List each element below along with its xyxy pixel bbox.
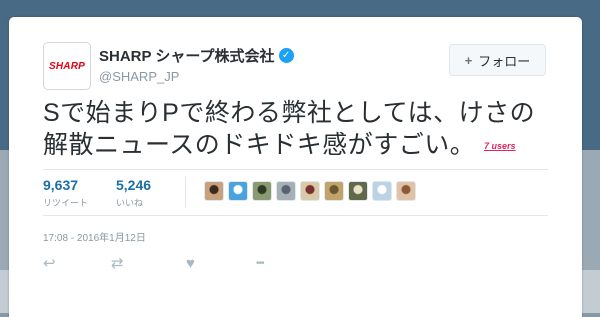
tweet-actions: ↩ ⇄ ♥ •••: [43, 254, 316, 273]
retweet-stat[interactable]: 9,637 リツイート: [43, 177, 88, 209]
liker-avatar[interactable]: [324, 181, 344, 201]
tweet-card: SHARP SHARP シャープ株式会社 ✓ @SHARP_JP + フォロー …: [9, 17, 582, 317]
like-label: いいね: [116, 198, 144, 208]
author-info: SHARP シャープ株式会社 ✓ @SHARP_JP: [99, 45, 294, 84]
liker-avatars: [204, 181, 416, 201]
reply-icon[interactable]: ↩: [43, 254, 111, 272]
users-annotation-link[interactable]: 7 users: [484, 141, 516, 151]
liker-avatar[interactable]: [228, 181, 248, 201]
liker-avatar[interactable]: [204, 181, 224, 201]
follow-button[interactable]: + フォロー: [449, 44, 546, 76]
liker-avatar[interactable]: [300, 181, 320, 201]
tweet-text: Sで始まりPで終わる弊社としては、けさの 解散ニュースのドキドキ感がすごい。: [43, 97, 563, 161]
author-display-name[interactable]: SHARP シャープ株式会社 ✓: [99, 45, 294, 66]
author-name-text: SHARP シャープ株式会社: [99, 48, 275, 65]
author-handle[interactable]: @SHARP_JP: [99, 69, 294, 84]
more-icon[interactable]: •••: [256, 258, 316, 269]
tweet-timestamp[interactable]: 17:08 - 2016年1月12日: [43, 229, 146, 244]
divider-top: [43, 169, 548, 170]
retweet-count: 9,637: [43, 177, 79, 193]
like-icon[interactable]: ♥: [186, 255, 256, 272]
liker-avatar[interactable]: [372, 181, 392, 201]
verified-badge-icon: ✓: [278, 48, 294, 63]
avatar[interactable]: SHARP: [43, 42, 91, 90]
follow-user-icon: +: [464, 52, 473, 68]
follow-button-label: フォロー: [478, 53, 531, 69]
tweet-text-line-1: Sで始まりPで終わる弊社としては、けさの: [43, 99, 536, 127]
liker-avatar[interactable]: [396, 181, 416, 201]
like-stat[interactable]: 5,246 いいね: [116, 177, 151, 209]
liker-avatar[interactable]: [252, 181, 272, 201]
liker-avatar[interactable]: [276, 181, 296, 201]
liker-avatar[interactable]: [348, 181, 368, 201]
like-count: 5,246: [116, 177, 152, 193]
divider-bottom: [43, 215, 548, 216]
sharp-logo: SHARP: [48, 60, 85, 72]
retweet-label: リツイート: [43, 198, 89, 208]
stats-separator: [185, 177, 186, 207]
retweet-icon[interactable]: ⇄: [111, 254, 186, 272]
